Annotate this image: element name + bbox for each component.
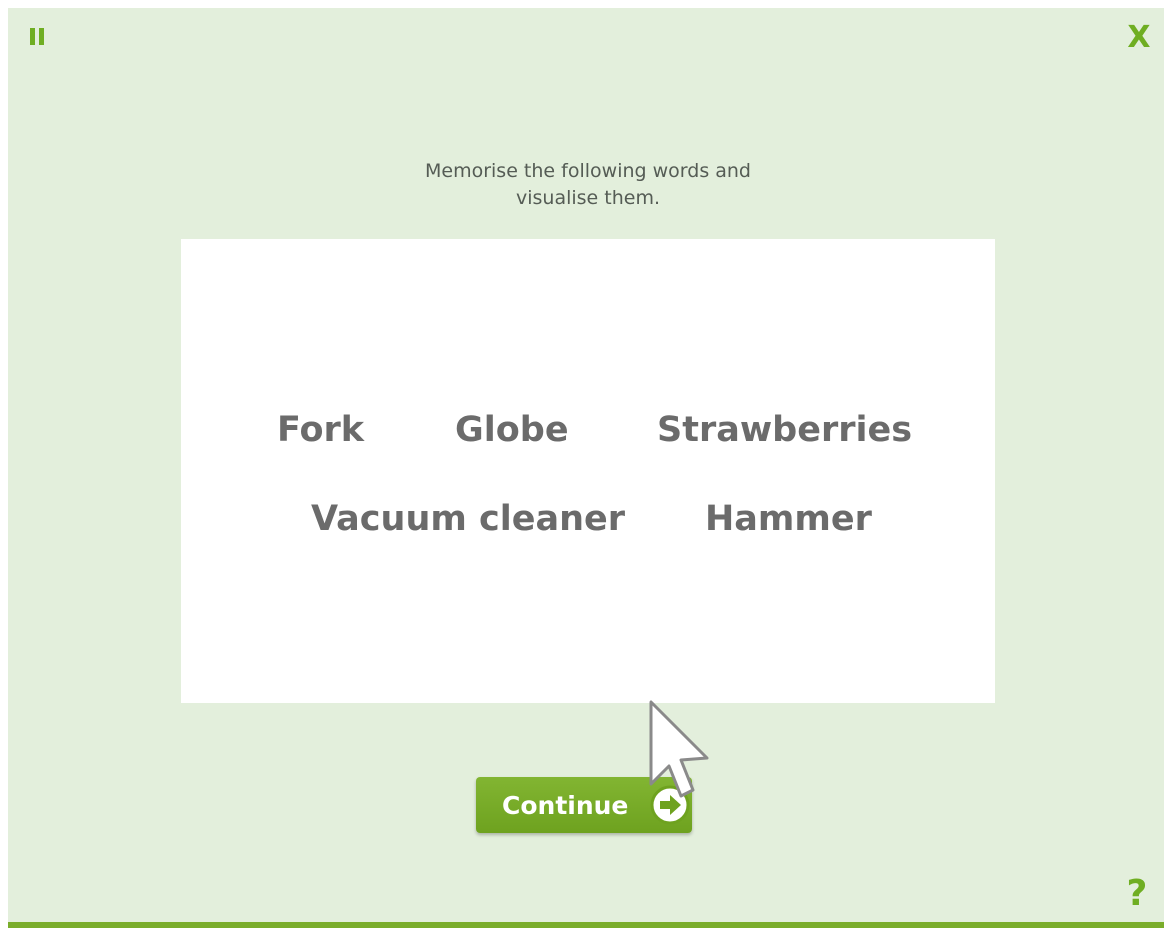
close-button[interactable]: X bbox=[1122, 18, 1156, 58]
arrow-right-circle-icon bbox=[650, 785, 690, 825]
continue-button[interactable]: Continue bbox=[476, 777, 692, 833]
word-item: Vacuum cleaner bbox=[311, 499, 626, 539]
word-item: Strawberries bbox=[657, 410, 913, 450]
instructions-text: Memorise the following words and visuali… bbox=[382, 158, 794, 212]
pause-icon bbox=[30, 28, 44, 45]
continue-button-label: Continue bbox=[502, 791, 629, 820]
word-item: Hammer bbox=[705, 499, 872, 539]
word-card: Fork Globe Strawberries Vacuum cleaner H… bbox=[181, 239, 995, 703]
instructions-line-2: visualise them. bbox=[515, 187, 661, 209]
pause-button[interactable] bbox=[20, 22, 50, 52]
word-item: Globe bbox=[455, 410, 569, 450]
word-item: Fork bbox=[277, 410, 365, 450]
help-button[interactable]: ? bbox=[1120, 872, 1154, 916]
bottom-bar bbox=[8, 922, 1164, 928]
instructions-line-1: Memorise the following words and bbox=[425, 160, 751, 182]
